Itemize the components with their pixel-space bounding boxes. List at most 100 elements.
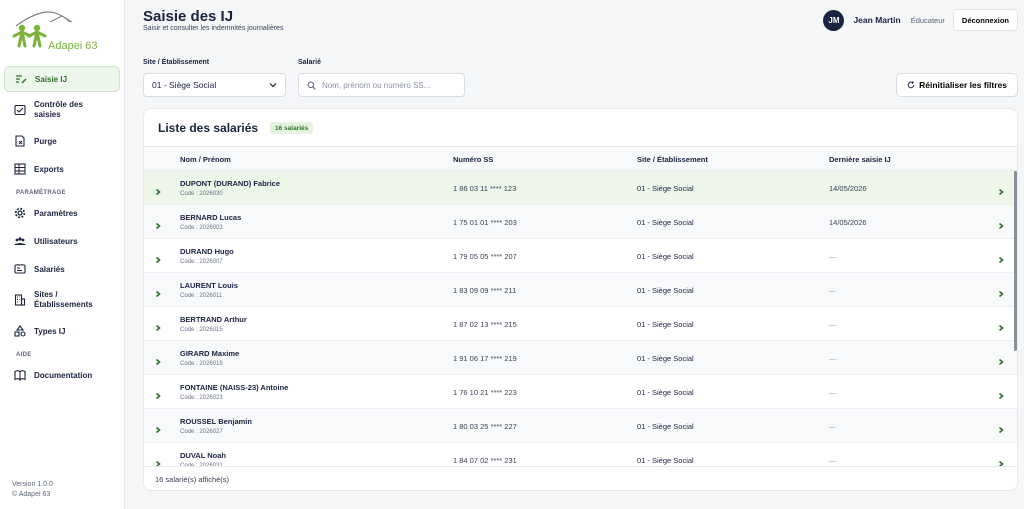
social-security-number: 1 76 10 21 **** 223 (453, 388, 517, 397)
last-entry-date: 14/05/2026 (829, 184, 867, 193)
employee-filter-label: Salarié (298, 59, 321, 66)
chevron-right-icon[interactable] (154, 455, 162, 467)
table-export-icon (14, 163, 26, 175)
employee-name: DUVAL Noah (180, 451, 226, 460)
sidebar-item-types-ij[interactable]: Types IJ (4, 318, 120, 344)
scrollbar[interactable] (1014, 171, 1017, 351)
table-row[interactable]: FONTAINE (NAISS-23) Antoine Code : 202602… (144, 375, 1017, 409)
sidebar-nav: Saisie IJ Contrôle des saisies Purge Exp… (0, 62, 124, 388)
employee-name: LAURENT Louis (180, 281, 238, 290)
chevron-right-icon[interactable] (154, 183, 162, 196)
social-security-number: 1 86 03 11 **** 123 (453, 184, 517, 193)
app-root: Adapei 63 Saisie IJ Contrôle des saisies… (0, 0, 1024, 509)
page-title: Saisie des IJ (143, 8, 234, 25)
chevron-right-icon[interactable] (154, 251, 162, 264)
sidebar-item-label: Sites / Établissements (34, 290, 93, 309)
sidebar-item-label: Types IJ (34, 326, 66, 336)
chevron-right-icon[interactable] (154, 387, 162, 400)
chevron-right-icon[interactable] (997, 421, 1005, 434)
site-select[interactable]: 01 - Siège Social (143, 73, 286, 97)
site-filter-label: Site / Établissement (143, 59, 210, 66)
types-icon (14, 325, 26, 337)
social-security-number: 1 91 06 17 **** 219 (453, 354, 517, 363)
employee-site: 01 - Siège Social (637, 218, 694, 227)
chevron-right-icon[interactable] (154, 421, 162, 434)
employee-code: Code : 2026011 (180, 293, 223, 299)
edit-list-icon (15, 73, 27, 85)
sidebar-item-exports[interactable]: Exports (4, 156, 120, 182)
chevron-right-icon[interactable] (997, 183, 1005, 196)
refresh-icon (907, 81, 915, 89)
sidebar-item-controle[interactable]: Contrôle des saisies (4, 94, 120, 126)
employee-site: 01 - Siège Social (637, 354, 694, 363)
employee-site: 01 - Siège Social (637, 320, 694, 329)
chevron-right-icon[interactable] (997, 251, 1005, 264)
sidebar-item-utilisateurs[interactable]: Utilisateurs (4, 228, 120, 254)
table-row[interactable]: ROUSSEL Benjamin Code : 2026027 1 80 03 25… (144, 409, 1017, 443)
sidebar-item-sites[interactable]: Sites / Établissements (4, 284, 120, 316)
site-select-value: 01 - Siège Social (152, 80, 217, 90)
employee-site: 01 - Siège Social (637, 184, 694, 193)
chevron-down-icon (269, 83, 277, 88)
last-entry-date: — (829, 354, 837, 363)
last-entry-date: — (829, 422, 837, 431)
filters-bar: Site / Établissement 01 - Siège Social S… (143, 59, 1018, 99)
sidebar-item-label: Documentation (34, 370, 93, 380)
sidebar-item-saisie-ij[interactable]: Saisie IJ (4, 66, 120, 92)
chevron-right-icon[interactable] (997, 319, 1005, 332)
sidebar: Adapei 63 Saisie IJ Contrôle des saisies… (0, 0, 125, 509)
table-row[interactable]: DUPONT (DURAND) Fabrice Code : 2026030 1 8… (144, 171, 1017, 205)
sidebar-item-label: Paramètres (34, 208, 78, 218)
table-row[interactable]: GIRARD Maxime Code : 2026019 1 91 06 17 **… (144, 341, 1017, 375)
table-row[interactable]: DUVAL Noah Code : 2026031 1 84 07 02 **** … (144, 443, 1017, 467)
sidebar-item-label: Salariés (34, 264, 65, 274)
section-aide: AIDE (16, 352, 32, 358)
sidebar-item-purge[interactable]: Purge (4, 128, 120, 154)
employee-code: Code : 2026003 (180, 225, 223, 231)
social-security-number: 1 79 05 05 **** 207 (453, 252, 517, 261)
id-card-icon (14, 263, 26, 275)
table-row[interactable]: LAURENT Louis Code : 2026011 1 83 09 09 **… (144, 273, 1017, 307)
table-row[interactable]: BERTRAND Arthur Code : 2026015 1 87 02 13 … (144, 307, 1017, 341)
chevron-right-icon[interactable] (997, 387, 1005, 400)
logout-button[interactable]: Déconnexion (952, 9, 1018, 31)
search-input[interactable] (321, 80, 456, 90)
table-row[interactable]: DURAND Hugo Code : 2026007 1 79 05 05 ****… (144, 239, 1017, 273)
table-header: Nom / Prénom Numéro SS Site / Établissem… (144, 146, 1017, 171)
chevron-right-icon[interactable] (997, 217, 1005, 230)
chevron-right-icon[interactable] (997, 285, 1005, 298)
employee-name: BERNARD Lucas (180, 213, 242, 222)
employee-code: Code : 2026030 (180, 191, 223, 197)
employee-site: 01 - Siège Social (637, 388, 694, 397)
chevron-right-icon[interactable] (154, 353, 162, 366)
column-header-last-entry: Dernière saisie IJ (829, 155, 891, 164)
employee-code: Code : 2026023 (180, 395, 223, 401)
page-header: Saisie des IJ Saisir et consulter les in… (143, 8, 1024, 38)
chevron-right-icon[interactable] (154, 285, 162, 298)
count-badge: 16 salariés (270, 122, 314, 134)
sidebar-item-salaries[interactable]: Salariés (4, 256, 120, 282)
reset-filters-button[interactable]: Réinitialiser les filtres (896, 73, 1018, 97)
sidebar-item-documentation[interactable]: Documentation (4, 362, 120, 388)
list-title: Liste des salariés (158, 121, 259, 135)
employee-site: 01 - Siège Social (637, 252, 694, 261)
last-entry-date: — (829, 252, 837, 261)
sidebar-item-label: Contrôle des saisies (34, 100, 83, 119)
employee-code: Code : 2026007 (180, 259, 223, 265)
chevron-right-icon[interactable] (997, 455, 1005, 467)
user-menu: JM Jean Martin Éducateur Déconnexion (823, 9, 1018, 31)
chevron-right-icon[interactable] (154, 217, 162, 230)
users-icon (14, 235, 26, 247)
last-entry-date: — (829, 456, 837, 465)
last-entry-date: — (829, 286, 837, 295)
chevron-right-icon[interactable] (154, 319, 162, 332)
sidebar-item-parametres[interactable]: Paramètres (4, 200, 120, 226)
employee-site: 01 - Siège Social (637, 286, 694, 295)
main-content: Saisie des IJ Saisir et consulter les in… (125, 0, 1024, 509)
chevron-right-icon[interactable] (997, 353, 1005, 366)
reset-filters-label: Réinitialiser les filtres (919, 80, 1007, 90)
table-row[interactable]: BERNARD Lucas Code : 2026003 1 75 01 01 **… (144, 205, 1017, 239)
brand-name: Adapei 63 (48, 40, 98, 52)
employee-list-card: Liste des salariés 16 salariés Nom / Pré… (143, 108, 1018, 491)
employee-code: Code : 2026019 (180, 361, 223, 367)
